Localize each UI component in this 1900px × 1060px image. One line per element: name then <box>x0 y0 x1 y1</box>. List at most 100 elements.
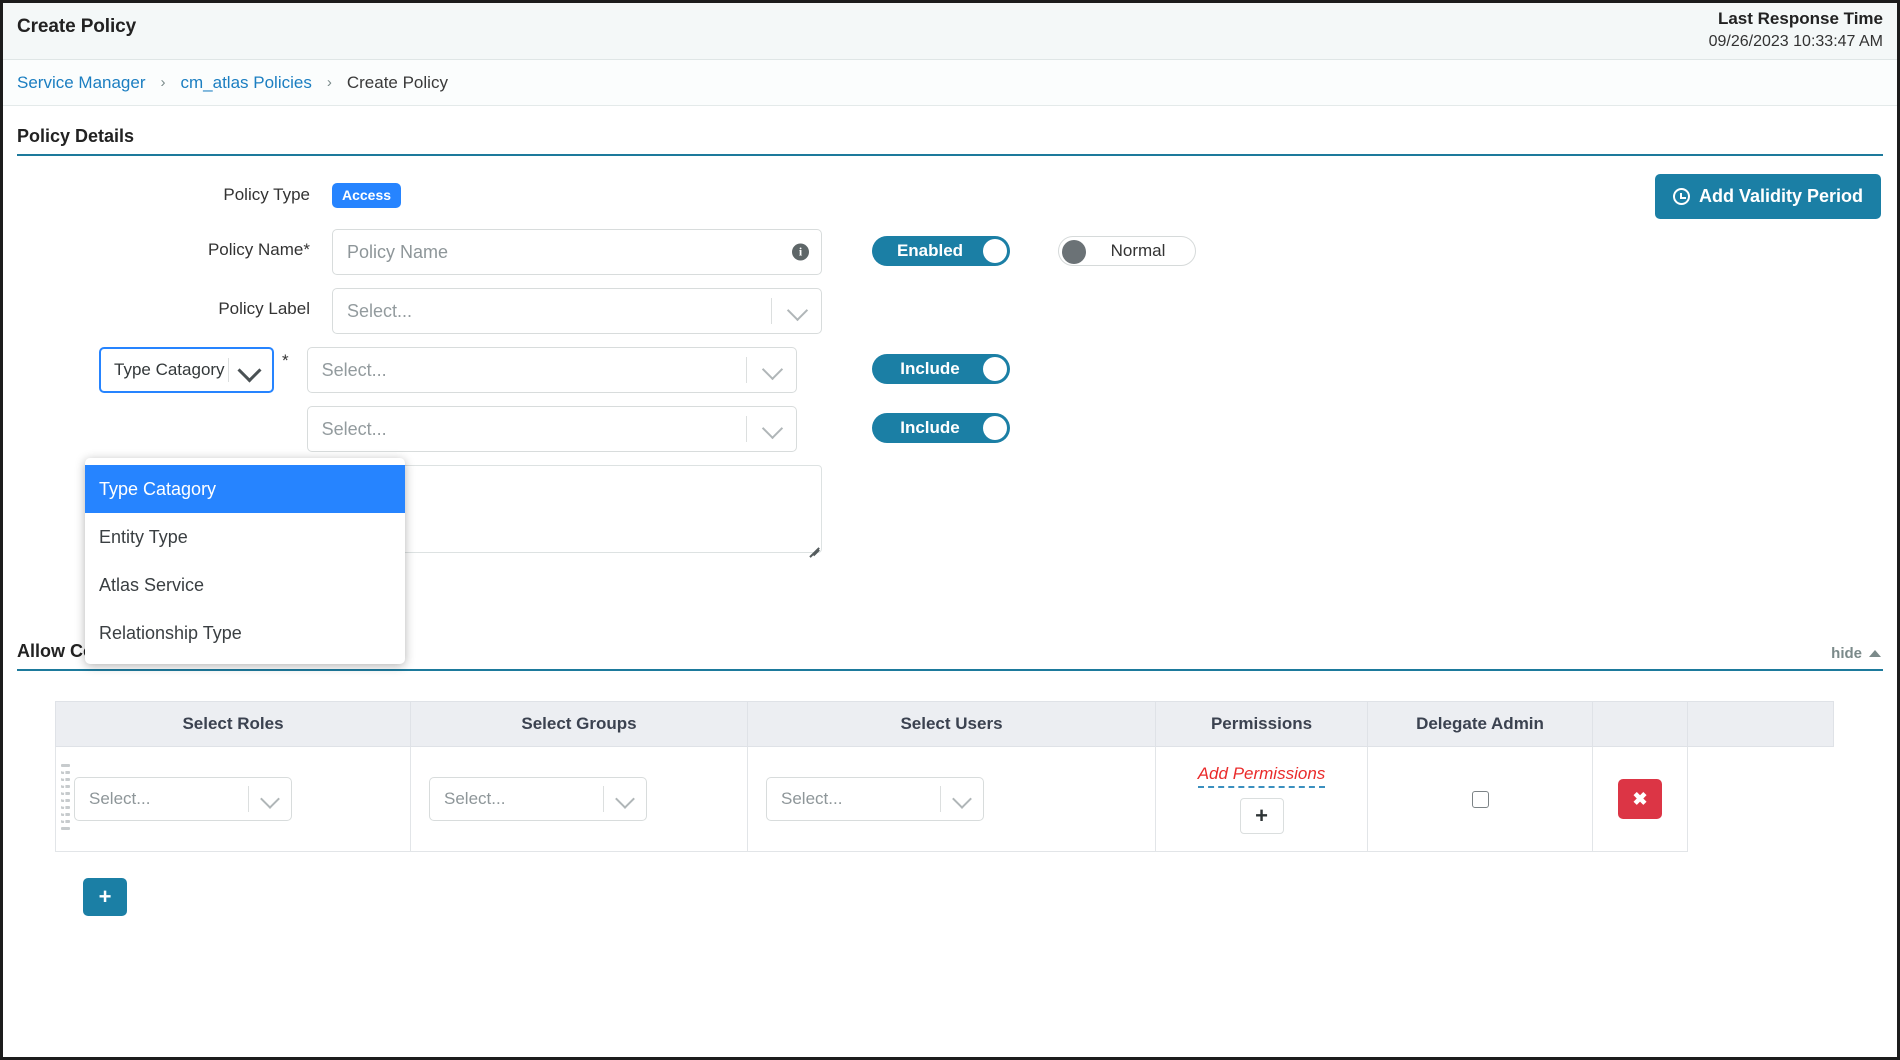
last-response-time-value: 09/26/2023 10:33:47 AM <box>1709 30 1883 53</box>
dropdown-option-atlas-service[interactable]: Atlas Service <box>85 561 405 609</box>
toggle-knob <box>983 239 1007 263</box>
type-category-dropdown-menu[interactable]: Type Catagory Entity Type Atlas Service … <box>85 458 405 664</box>
toggle-knob <box>1062 240 1086 264</box>
type-category-include-toggle[interactable]: Include <box>872 354 1010 384</box>
dropdown-option-entity-type[interactable]: Entity Type <box>85 513 405 561</box>
policy-name-label: Policy Name* <box>17 229 332 271</box>
select-divider <box>228 358 229 382</box>
caret-up-icon <box>1869 650 1881 657</box>
chevron-down-icon <box>615 789 635 809</box>
type-category-select[interactable]: Type Catagory <box>99 347 274 393</box>
chevron-down-icon <box>762 359 783 380</box>
type-category-include-label: Include <box>900 359 960 379</box>
policy-label-label: Policy Label <box>17 288 332 330</box>
allow-conditions-hide-toggle[interactable]: hide <box>1831 645 1881 662</box>
cell-permissions: Add Permissions + <box>1156 747 1368 852</box>
select-users-input[interactable]: Select... <box>766 777 984 821</box>
type-category-row: Type Catagory * Select... Include <box>17 347 1883 393</box>
toggle-knob <box>983 416 1007 440</box>
page-header: Create Policy Last Response Time 09/26/2… <box>3 3 1897 60</box>
policy-label-row: Policy Label Select... <box>17 288 1883 334</box>
breadcrumb-item-current: Create Policy <box>347 73 448 93</box>
policy-name-placeholder: Policy Name <box>347 242 448 263</box>
create-policy-screen: Create Policy Last Response Time 09/26/2… <box>0 0 1900 1060</box>
breadcrumb-separator-icon: › <box>161 74 166 91</box>
select-users-placeholder: Select... <box>781 789 842 809</box>
drag-handle-icon[interactable] <box>61 764 71 834</box>
delegate-admin-checkbox[interactable] <box>1472 791 1489 808</box>
cell-delegate-admin <box>1368 747 1593 852</box>
chevron-down-icon <box>762 418 783 439</box>
policy-status-toggle[interactable]: Enabled <box>872 236 1010 266</box>
add-condition-row-button[interactable]: + <box>83 878 127 916</box>
policy-status-toggle-label: Enabled <box>897 241 963 261</box>
policy-name-toggles: Enabled Normal <box>872 236 1196 266</box>
add-permissions-button[interactable]: + <box>1240 798 1284 834</box>
chevron-down-icon <box>952 789 972 809</box>
breadcrumb-item-service-manager[interactable]: Service Manager <box>17 73 146 93</box>
delete-row-button[interactable]: ✖ <box>1618 779 1662 819</box>
select-groups-placeholder: Select... <box>444 789 505 809</box>
type-category-required-marker: * <box>282 351 289 371</box>
policy-name-row: Policy Name* Policy Name i Enabled Norma… <box>17 229 1883 275</box>
second-condition-row: * Select... Include <box>17 406 1883 452</box>
last-response-time-block: Last Response Time 09/26/2023 10:33:47 A… <box>1709 7 1883 53</box>
second-condition-value-placeholder: Select... <box>322 419 387 440</box>
breadcrumb-separator-icon: › <box>327 74 332 91</box>
second-condition-toggle-wrap: Include <box>872 413 1010 443</box>
breadcrumb: Service Manager › cm_atlas Policies › Cr… <box>3 60 1897 106</box>
add-validity-period-button[interactable]: Add Validity Period <box>1655 174 1881 219</box>
chevron-down-icon <box>260 789 280 809</box>
add-validity-period-label: Add Validity Period <box>1699 186 1863 207</box>
select-roles-wrap: Select... <box>56 777 410 821</box>
clock-icon <box>1673 188 1690 205</box>
select-divider <box>248 786 249 812</box>
select-divider <box>771 298 772 324</box>
column-header-select-roles: Select Roles <box>56 702 411 747</box>
allow-conditions-table-wrap: Select Roles Select Groups Select Users … <box>3 671 1897 916</box>
select-divider <box>940 786 941 812</box>
cell-select-groups: Select... <box>411 747 748 852</box>
dropdown-option-type-catagory[interactable]: Type Catagory <box>85 465 405 513</box>
table-header-row: Select Roles Select Groups Select Users … <box>56 702 1834 747</box>
cell-actions: ✖ <box>1593 747 1688 852</box>
policy-priority-toggle[interactable]: Normal <box>1058 236 1196 266</box>
second-condition-include-label: Include <box>900 418 960 438</box>
select-roles-input[interactable]: Select... <box>74 777 292 821</box>
chevron-down-icon <box>787 300 808 321</box>
column-header-select-groups: Select Groups <box>411 702 748 747</box>
select-users-wrap: Select... <box>748 777 1155 821</box>
select-roles-placeholder: Select... <box>89 789 150 809</box>
info-icon[interactable]: i <box>792 244 809 261</box>
second-condition-value-select[interactable]: Select... <box>307 406 797 452</box>
select-divider <box>603 786 604 812</box>
cell-select-users: Select... <box>748 747 1156 852</box>
resize-handle-icon[interactable] <box>805 536 819 550</box>
column-header-permissions: Permissions <box>1156 702 1368 747</box>
select-divider <box>746 357 747 383</box>
description-textarea[interactable] <box>332 465 822 553</box>
policy-type-badge[interactable]: Access <box>332 183 401 208</box>
select-groups-input[interactable]: Select... <box>429 777 647 821</box>
column-header-filler <box>1688 702 1834 747</box>
chevron-down-icon <box>237 358 261 382</box>
type-category-value-select[interactable]: Select... <box>307 347 797 393</box>
breadcrumb-item-cm-atlas-policies[interactable]: cm_atlas Policies <box>181 73 312 93</box>
policy-name-input[interactable]: Policy Name i <box>332 229 822 275</box>
add-permissions-link[interactable]: Add Permissions <box>1198 764 1326 788</box>
type-category-selected-value: Type Catagory <box>114 360 225 380</box>
column-header-actions <box>1593 702 1688 747</box>
policy-priority-toggle-label: Normal <box>1111 241 1166 261</box>
policy-label-select[interactable]: Select... <box>332 288 822 334</box>
select-divider <box>746 416 747 442</box>
second-condition-include-toggle[interactable]: Include <box>872 413 1010 443</box>
table-row: Select... Select... <box>56 747 1834 852</box>
last-response-time-label: Last Response Time <box>1709 7 1883 30</box>
hide-label: hide <box>1831 645 1862 662</box>
column-header-select-users: Select Users <box>748 702 1156 747</box>
select-groups-wrap: Select... <box>411 777 747 821</box>
toggle-knob <box>983 357 1007 381</box>
dropdown-option-relationship-type[interactable]: Relationship Type <box>85 609 405 657</box>
policy-type-label: Policy Type <box>17 174 332 216</box>
cell-filler <box>1688 747 1834 852</box>
